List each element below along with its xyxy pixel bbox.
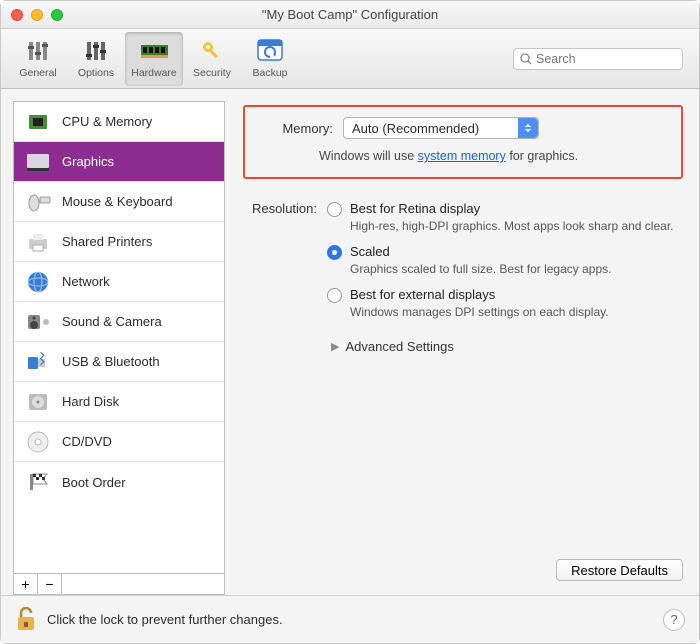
- advanced-settings-disclosure[interactable]: ▶ Advanced Settings: [327, 339, 683, 354]
- sidebar-item-label: CD/DVD: [62, 434, 112, 449]
- toolbar-security[interactable]: Security: [183, 32, 241, 86]
- toolbar-label: Security: [193, 67, 231, 79]
- radio-desc: Graphics scaled to full size. Best for l…: [350, 261, 611, 277]
- key-icon: [198, 38, 226, 64]
- search-input[interactable]: [536, 52, 676, 66]
- sidebar-item-cpu-memory[interactable]: CPU & Memory: [14, 102, 224, 142]
- gpu-icon: [24, 149, 52, 175]
- globe-icon: [24, 269, 52, 295]
- memory-select-value: Auto (Recommended): [352, 121, 479, 136]
- sidebar-item-label: Hard Disk: [62, 394, 119, 409]
- resolution-option-external[interactable]: Best for external displays Windows manag…: [327, 287, 683, 320]
- resolution-label: Resolution:: [243, 201, 317, 354]
- disc-icon: [24, 429, 52, 455]
- restore-defaults-button[interactable]: Restore Defaults: [556, 559, 683, 581]
- toolbar-label: Hardware: [131, 67, 177, 79]
- toolbar: General Options Hardware Security Backup: [1, 29, 699, 89]
- help-button[interactable]: ?: [663, 609, 685, 631]
- sidebar-item-label: Network: [62, 274, 110, 289]
- radio-label: Best for external displays: [350, 287, 609, 302]
- toolbar-general[interactable]: General: [9, 32, 67, 86]
- memory-select[interactable]: Auto (Recommended): [343, 117, 539, 139]
- usb-icon: [24, 349, 52, 375]
- sliders-icon: [24, 38, 52, 64]
- sidebar: CPU & Memory Graphics Mouse & Keyboard S…: [13, 101, 225, 595]
- resolution-option-scaled[interactable]: Scaled Graphics scaled to full size. Bes…: [327, 244, 683, 277]
- lock-text: Click the lock to prevent further change…: [47, 612, 283, 627]
- window: "My Boot Camp" Configuration General Opt…: [0, 0, 700, 644]
- lock-icon[interactable]: [15, 607, 37, 633]
- sidebar-item-network[interactable]: Network: [14, 262, 224, 302]
- sidebar-item-label: Shared Printers: [62, 234, 152, 249]
- radio-desc: High-res, high-DPI graphics. Most apps l…: [350, 218, 674, 234]
- remove-button[interactable]: −: [38, 574, 62, 594]
- radio-icon[interactable]: [327, 202, 342, 217]
- printer-icon: [24, 229, 52, 255]
- system-memory-link[interactable]: system memory: [418, 149, 506, 163]
- radio-label: Scaled: [350, 244, 611, 259]
- advanced-label: Advanced Settings: [345, 339, 453, 354]
- sidebar-add-remove: + −: [13, 573, 225, 595]
- toolbar-options[interactable]: Options: [67, 32, 125, 86]
- resolution-option-retina[interactable]: Best for Retina display High-res, high-D…: [327, 201, 683, 234]
- cpu-icon: [24, 109, 52, 135]
- search-field[interactable]: [513, 48, 683, 70]
- sidebar-item-hard-disk[interactable]: Hard Disk: [14, 382, 224, 422]
- footer: Click the lock to prevent further change…: [1, 595, 699, 643]
- refresh-icon: [256, 38, 284, 64]
- add-button[interactable]: +: [14, 574, 38, 594]
- detail-pane: Memory: Auto (Recommended) Windows will …: [243, 101, 687, 595]
- window-title: "My Boot Camp" Configuration: [1, 7, 699, 22]
- sidebar-item-cd-dvd[interactable]: CD/DVD: [14, 422, 224, 462]
- content: CPU & Memory Graphics Mouse & Keyboard S…: [1, 89, 699, 595]
- sidebar-item-label: Mouse & Keyboard: [62, 194, 173, 209]
- memory-highlight: Memory: Auto (Recommended) Windows will …: [243, 105, 683, 179]
- toolbar-hardware[interactable]: Hardware: [125, 32, 183, 86]
- sliders-icon: [82, 38, 110, 64]
- speaker-icon: [24, 309, 52, 335]
- sidebar-item-usb-bluetooth[interactable]: USB & Bluetooth: [14, 342, 224, 382]
- mouse-icon: [24, 189, 52, 215]
- sidebar-item-shared-printers[interactable]: Shared Printers: [14, 222, 224, 262]
- chevron-right-icon: ▶: [331, 340, 339, 353]
- radio-desc: Windows manages DPI settings on each dis…: [350, 304, 609, 320]
- toolbar-backup[interactable]: Backup: [241, 32, 299, 86]
- sidebar-item-graphics[interactable]: Graphics: [14, 142, 224, 182]
- titlebar: "My Boot Camp" Configuration: [1, 1, 699, 29]
- memory-label: Memory:: [259, 121, 333, 136]
- sidebar-item-label: Sound & Camera: [62, 314, 162, 329]
- hdd-icon: [24, 389, 52, 415]
- sidebar-item-boot-order[interactable]: Boot Order: [14, 462, 224, 502]
- search-icon: [520, 53, 532, 65]
- radio-icon[interactable]: [327, 288, 342, 303]
- toolbar-label: Options: [78, 67, 114, 79]
- memory-desc: Windows will use system memory for graph…: [259, 149, 667, 163]
- toolbar-label: General: [19, 67, 56, 79]
- sidebar-item-mouse-keyboard[interactable]: Mouse & Keyboard: [14, 182, 224, 222]
- sidebar-item-sound-camera[interactable]: Sound & Camera: [14, 302, 224, 342]
- radio-icon[interactable]: [327, 245, 342, 260]
- sidebar-item-label: CPU & Memory: [62, 114, 152, 129]
- sidebar-item-label: Graphics: [62, 154, 114, 169]
- flag-icon: [24, 469, 52, 495]
- toolbar-label: Backup: [252, 67, 287, 79]
- sidebar-item-label: USB & Bluetooth: [62, 354, 160, 369]
- select-arrows-icon: [518, 118, 538, 138]
- resolution-section: Resolution: Best for Retina display High…: [243, 201, 683, 354]
- sidebar-item-label: Boot Order: [62, 475, 126, 490]
- sidebar-list: CPU & Memory Graphics Mouse & Keyboard S…: [13, 101, 225, 573]
- ram-icon: [140, 38, 168, 64]
- radio-label: Best for Retina display: [350, 201, 674, 216]
